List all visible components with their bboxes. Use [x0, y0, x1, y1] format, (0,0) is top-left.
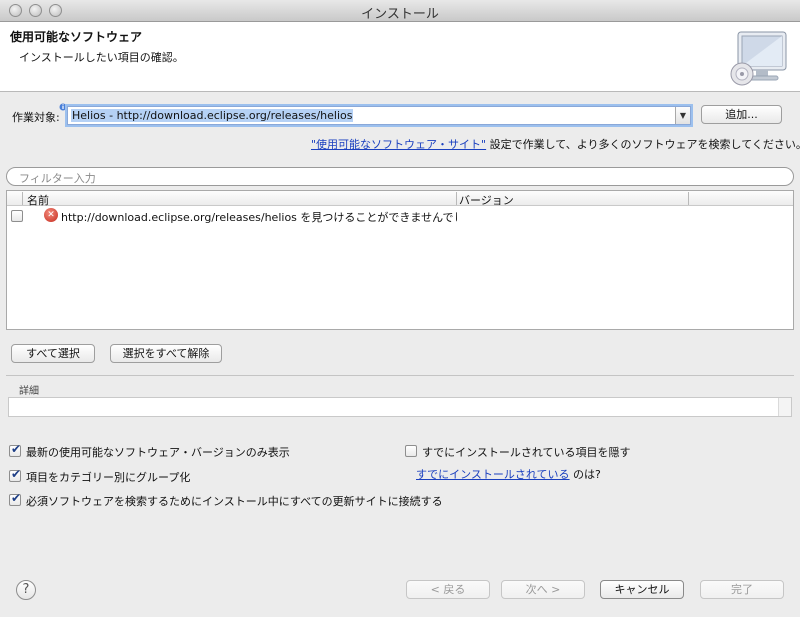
wizard-banner: 使用可能なソフトウェア インストールしたい項目の確認。: [0, 22, 800, 92]
add-site-button[interactable]: 追加...: [701, 105, 782, 124]
check-icon: ✔: [11, 442, 22, 456]
check-icon: ✔: [11, 491, 22, 505]
check-icon: ✔: [11, 467, 22, 481]
help-button[interactable]: ?: [16, 580, 36, 600]
hide-installed-label: すでにインストールされている項目を隠す: [422, 446, 631, 459]
select-all-button[interactable]: すべて選択: [11, 344, 95, 363]
details-scrollbar[interactable]: [778, 398, 791, 416]
banner-title: 使用可能なソフトウェア: [10, 30, 143, 44]
software-table: 名前 バージョン ✕ http://download.eclipse.org/r…: [6, 190, 794, 330]
row-name: http://download.eclipse.org/releases/hel…: [61, 211, 457, 224]
window-titlebar: インストール: [0, 0, 800, 22]
latest-only-checkbox[interactable]: ✔: [9, 442, 22, 457]
finish-button[interactable]: 完了: [700, 580, 784, 599]
latest-only-label: 最新の使用可能なソフトウェア・バージョンのみ表示: [26, 446, 290, 459]
back-button[interactable]: < 戻る: [406, 580, 490, 599]
hide-installed-checkbox[interactable]: [405, 445, 417, 457]
details-area[interactable]: [8, 397, 792, 417]
column-header-name[interactable]: 名前: [27, 192, 49, 208]
info-icon: [59, 103, 67, 111]
installed-suffix: のは?: [569, 468, 601, 481]
row-checkbox[interactable]: [11, 210, 23, 222]
filter-placeholder: フィルター入力: [19, 172, 96, 185]
contact-all-sites-checkbox[interactable]: ✔: [9, 491, 22, 506]
deselect-all-button[interactable]: 選択をすべて解除: [110, 344, 222, 363]
group-by-category-label: 項目をカテゴリー別にグループ化: [26, 471, 191, 484]
error-icon: ✕: [44, 208, 58, 222]
contact-all-sites-label: 必須ソフトウェアを検索するためにインストール中にすべての更新サイトに接続する: [26, 495, 443, 508]
work-with-value: Helios - http://download.eclipse.org/rel…: [71, 109, 354, 122]
window-title: インストール: [361, 7, 439, 22]
work-with-label: 作業対象:: [12, 111, 60, 124]
combo-dropdown-icon[interactable]: ▼: [675, 107, 690, 124]
hint-line: "使用可能なソフトウェア・サイト" 設定で作業して、より多くのソフトウェアを検索…: [311, 136, 800, 152]
column-header-version[interactable]: バージョン: [459, 192, 514, 208]
available-sites-link[interactable]: "使用可能なソフトウェア・サイト": [311, 138, 486, 151]
section-divider: [6, 375, 794, 376]
already-installed-link[interactable]: すでにインストールされている: [416, 468, 570, 481]
hint-text: 設定で作業して、より多くのソフトウェアを検索してください。: [486, 138, 800, 151]
details-label: 詳細: [19, 386, 39, 397]
table-row[interactable]: ✕ http://download.eclipse.org/releases/h…: [7, 207, 793, 225]
work-with-combo[interactable]: Helios - http://download.eclipse.org/rel…: [67, 106, 691, 125]
installed-line: すでにインストールされている のは?: [416, 466, 601, 482]
group-by-category-checkbox[interactable]: ✔: [9, 467, 22, 482]
cancel-button[interactable]: キャンセル: [600, 580, 684, 599]
install-monitor-icon: [730, 31, 787, 86]
table-header: 名前 バージョン: [7, 191, 793, 208]
next-button[interactable]: 次へ >: [501, 580, 585, 599]
banner-description: インストールしたい項目の確認。: [19, 51, 184, 64]
filter-input[interactable]: フィルター入力: [6, 167, 794, 186]
